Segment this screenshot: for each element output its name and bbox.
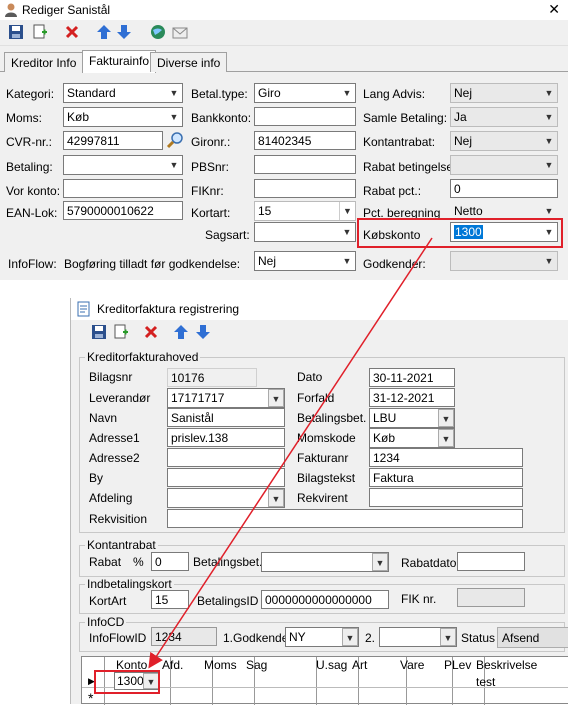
connector-arrow bbox=[148, 237, 433, 669]
